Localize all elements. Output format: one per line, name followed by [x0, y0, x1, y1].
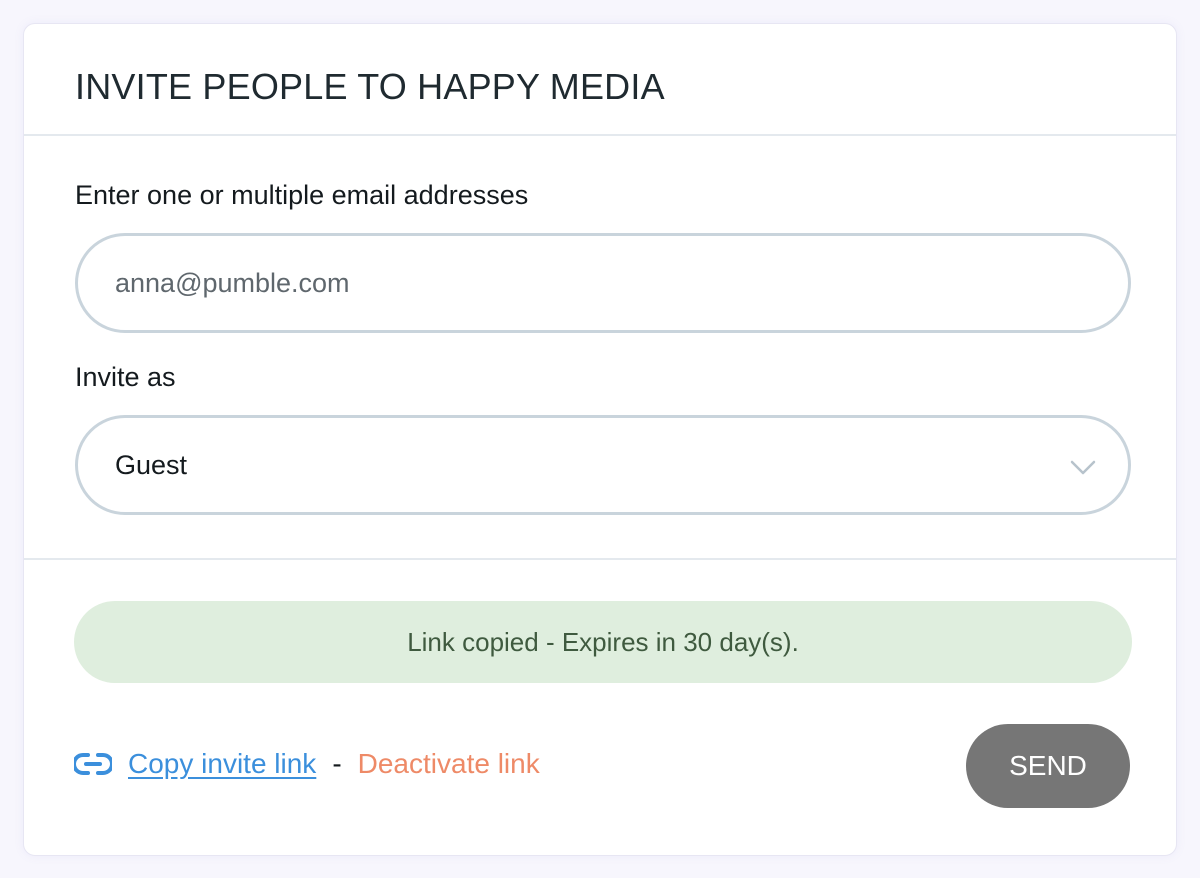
- link-copied-banner: Link copied - Expires in 30 day(s).: [74, 601, 1132, 683]
- email-input-placeholder: anna@pumble.com: [115, 267, 350, 298]
- modal-title: INVITE PEOPLE TO HAPPY MEDIA: [75, 66, 665, 107]
- email-field-label: Enter one or multiple email addresses: [75, 180, 529, 210]
- invite-modal: INVITE PEOPLE TO HAPPY MEDIA Enter one o…: [23, 23, 1177, 856]
- link-separator: -: [332, 748, 342, 779]
- deactivate-link[interactable]: Deactivate link: [358, 748, 540, 780]
- chevron-down-icon: [1070, 460, 1096, 475]
- invite-as-label: Invite as: [75, 362, 176, 392]
- modal-header: INVITE PEOPLE TO HAPPY MEDIA: [24, 24, 1176, 136]
- email-input[interactable]: anna@pumble.com: [75, 233, 1131, 333]
- link-icon: [74, 753, 112, 775]
- send-button[interactable]: SEND: [966, 724, 1130, 808]
- status-message: Link copied - Expires in 30 day(s).: [407, 626, 799, 657]
- role-select[interactable]: Guest: [75, 415, 1131, 515]
- modal-footer: Link copied - Expires in 30 day(s). Copy…: [24, 560, 1176, 855]
- modal-body: Enter one or multiple email addresses an…: [24, 136, 1176, 560]
- copy-invite-link[interactable]: Copy invite link: [128, 748, 316, 780]
- invite-link-actions: Copy invite link - Deactivate link: [74, 744, 540, 784]
- role-select-value: Guest: [115, 449, 188, 480]
